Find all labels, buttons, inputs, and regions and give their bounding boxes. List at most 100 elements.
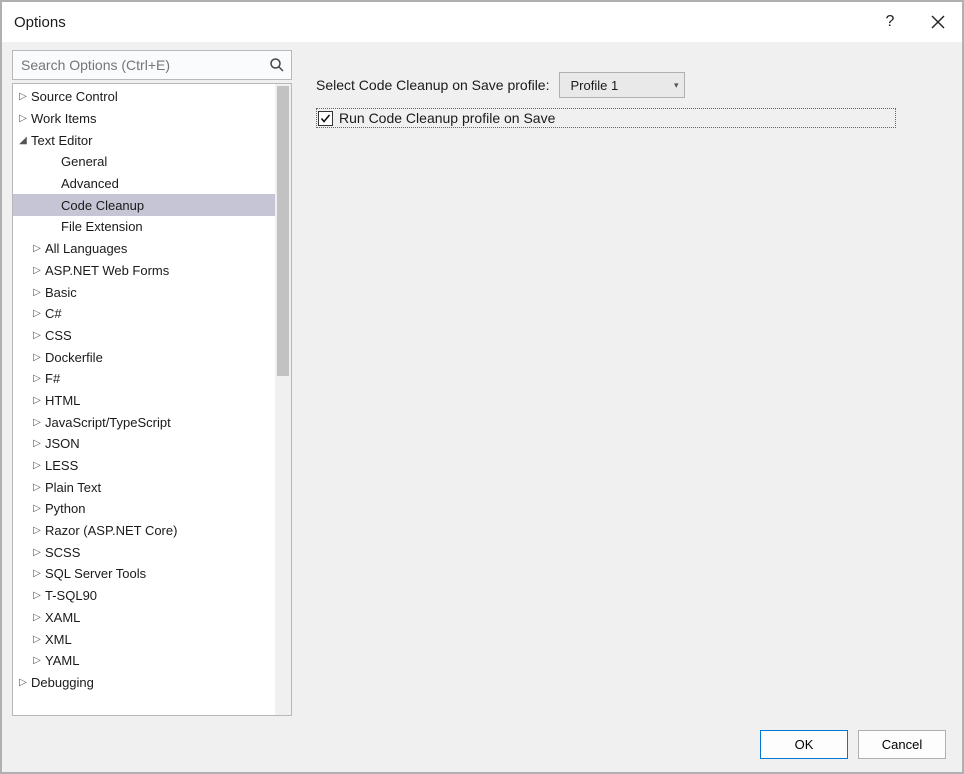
tree-item-label: XML: [43, 632, 72, 647]
tree-item-label: SQL Server Tools: [43, 566, 146, 581]
options-tree: ▷Source Control▷Work Items◢Text EditorGe…: [12, 83, 292, 716]
profile-dropdown-value: Profile 1: [570, 78, 618, 93]
chevron-right-icon[interactable]: ▷: [31, 634, 43, 645]
tree-item[interactable]: ▷SCSS: [13, 541, 291, 563]
tree-item[interactable]: ▷ASP.NET Web Forms: [13, 260, 291, 282]
chevron-right-icon[interactable]: ▷: [31, 330, 43, 341]
chevron-right-icon[interactable]: ▷: [31, 265, 43, 276]
tree-item[interactable]: ▷LESS: [13, 455, 291, 477]
tree-item-label: LESS: [43, 458, 78, 473]
tree-item-label: Source Control: [29, 89, 118, 104]
chevron-down-icon[interactable]: ◢: [17, 135, 29, 146]
cancel-button[interactable]: Cancel: [858, 730, 946, 759]
dialog-footer: OK Cancel: [2, 716, 962, 772]
chevron-right-icon[interactable]: ▷: [31, 460, 43, 471]
tree-item-label: ASP.NET Web Forms: [43, 263, 169, 278]
chevron-right-icon[interactable]: ▷: [31, 547, 43, 558]
chevron-right-icon[interactable]: ▷: [31, 590, 43, 601]
chevron-right-icon[interactable]: ▷: [31, 373, 43, 384]
chevron-right-icon[interactable]: ▷: [31, 438, 43, 449]
tree-item[interactable]: ▷HTML: [13, 390, 291, 412]
tree-item[interactable]: ▷Python: [13, 498, 291, 520]
chevron-right-icon[interactable]: ▷: [31, 612, 43, 623]
scrollbar-thumb[interactable]: [277, 86, 289, 376]
chevron-right-icon[interactable]: ▷: [17, 91, 29, 102]
chevron-right-icon[interactable]: ▷: [31, 308, 43, 319]
run-cleanup-checkbox[interactable]: [318, 111, 333, 126]
tree-item[interactable]: ▷CSS: [13, 325, 291, 347]
tree-item[interactable]: ▷YAML: [13, 650, 291, 672]
tree-item-label: Dockerfile: [43, 350, 103, 365]
run-cleanup-checkbox-label: Run Code Cleanup profile on Save: [339, 110, 555, 126]
tree-item-label: Code Cleanup: [59, 198, 144, 213]
chevron-right-icon[interactable]: ▷: [31, 525, 43, 536]
tree-item[interactable]: ▷Basic: [13, 281, 291, 303]
tree-item-label: Plain Text: [43, 480, 101, 495]
tree-item-label: CSS: [43, 328, 72, 343]
chevron-right-icon[interactable]: ▷: [31, 287, 43, 298]
chevron-right-icon[interactable]: ▷: [31, 352, 43, 363]
right-pane: Select Code Cleanup on Save profile: Pro…: [316, 50, 952, 716]
profile-row: Select Code Cleanup on Save profile: Pro…: [316, 72, 952, 98]
chevron-right-icon[interactable]: ▷: [31, 655, 43, 666]
help-icon: ?: [886, 13, 895, 31]
help-button[interactable]: ?: [866, 4, 914, 40]
tree-item-label: JSON: [43, 436, 80, 451]
tree-item-label: All Languages: [43, 241, 127, 256]
tree-item-label: Debugging: [29, 675, 94, 690]
window-title: Options: [14, 14, 866, 31]
chevron-down-icon: ▾: [674, 80, 679, 91]
tree-item-label: Python: [43, 501, 85, 516]
chevron-right-icon[interactable]: ▷: [31, 243, 43, 254]
chevron-right-icon[interactable]: ▷: [31, 395, 43, 406]
tree-item-label: Advanced: [59, 176, 119, 191]
close-button[interactable]: [914, 4, 962, 40]
check-icon: [320, 113, 331, 124]
tree-item[interactable]: ▷JSON: [13, 433, 291, 455]
chevron-right-icon[interactable]: ▷: [31, 417, 43, 428]
tree-item[interactable]: ◢Text Editor: [13, 129, 291, 151]
scrollbar[interactable]: [275, 84, 291, 715]
content-area: ▷Source Control▷Work Items◢Text EditorGe…: [2, 42, 962, 716]
tree-item[interactable]: File Extension: [13, 216, 291, 238]
search-input[interactable]: [13, 57, 263, 73]
left-pane: ▷Source Control▷Work Items◢Text EditorGe…: [12, 50, 292, 716]
tree-item[interactable]: ▷Work Items: [13, 108, 291, 130]
tree-item-label: HTML: [43, 393, 80, 408]
tree-item[interactable]: ▷XAML: [13, 607, 291, 629]
tree-item[interactable]: General: [13, 151, 291, 173]
tree-item-label: File Extension: [59, 219, 143, 234]
search-box[interactable]: [12, 50, 292, 80]
tree-item[interactable]: ▷Razor (ASP.NET Core): [13, 520, 291, 542]
chevron-right-icon[interactable]: ▷: [17, 113, 29, 124]
tree-item-label: YAML: [43, 653, 79, 668]
tree-item[interactable]: Code Cleanup: [13, 194, 291, 216]
tree-item-label: XAML: [43, 610, 80, 625]
tree-item[interactable]: ▷JavaScript/TypeScript: [13, 411, 291, 433]
tree-item[interactable]: ▷F#: [13, 368, 291, 390]
profile-dropdown[interactable]: Profile 1 ▾: [559, 72, 685, 98]
chevron-right-icon[interactable]: ▷: [31, 503, 43, 514]
chevron-right-icon[interactable]: ▷: [31, 482, 43, 493]
run-cleanup-checkbox-row[interactable]: Run Code Cleanup profile on Save: [316, 108, 896, 128]
tree-item[interactable]: ▷SQL Server Tools: [13, 563, 291, 585]
tree-item[interactable]: ▷Plain Text: [13, 476, 291, 498]
tree-item[interactable]: ▷Debugging: [13, 672, 291, 694]
tree-item-label: Basic: [43, 285, 77, 300]
tree-item-label: JavaScript/TypeScript: [43, 415, 171, 430]
tree-item[interactable]: ▷C#: [13, 303, 291, 325]
close-icon: [931, 15, 945, 29]
tree-item[interactable]: Advanced: [13, 173, 291, 195]
chevron-right-icon[interactable]: ▷: [31, 568, 43, 579]
tree-item[interactable]: ▷XML: [13, 628, 291, 650]
tree-item[interactable]: ▷Source Control: [13, 86, 291, 108]
tree-item[interactable]: ▷T-SQL90: [13, 585, 291, 607]
ok-button[interactable]: OK: [760, 730, 848, 759]
tree-item-label: SCSS: [43, 545, 80, 560]
chevron-right-icon[interactable]: ▷: [17, 677, 29, 688]
tree-item[interactable]: ▷Dockerfile: [13, 346, 291, 368]
titlebar: Options ?: [2, 2, 962, 42]
tree-item[interactable]: ▷All Languages: [13, 238, 291, 260]
tree-item-label: Razor (ASP.NET Core): [43, 523, 177, 538]
tree-item-label: F#: [43, 371, 60, 386]
